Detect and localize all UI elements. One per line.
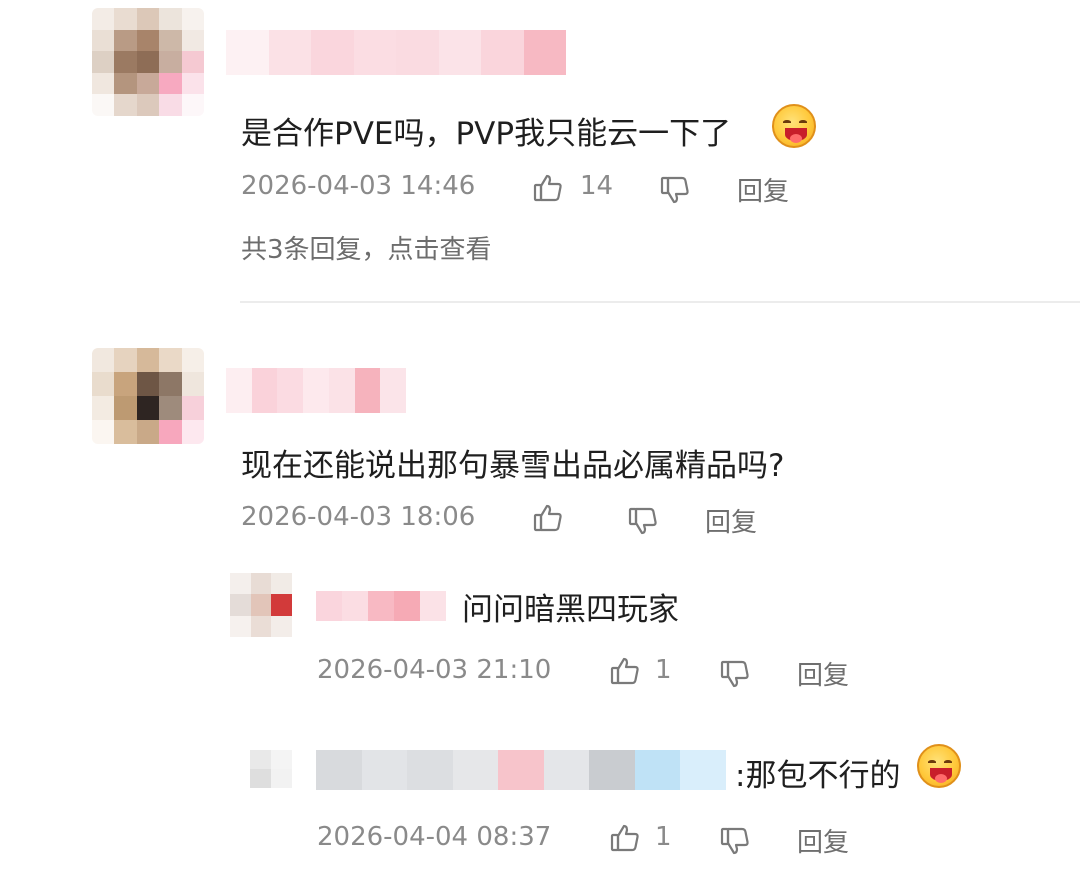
comment-timestamp: 2026-04-03 18:06 xyxy=(241,502,476,532)
reply-text: 问问暗黑四玩家 xyxy=(462,592,679,628)
comment-text: 是合作PVE吗，PVP我只能云一下了 xyxy=(241,116,732,152)
reply-button[interactable]: 回复 xyxy=(737,171,789,208)
username-redacted[interactable] xyxy=(316,750,726,790)
thumbs-up-icon[interactable] xyxy=(530,500,566,536)
reply-button[interactable]: 回复 xyxy=(705,502,757,539)
avatar[interactable] xyxy=(250,750,292,788)
like-count: 1 xyxy=(655,822,672,852)
thumbs-up-icon[interactable] xyxy=(607,653,643,689)
thumbs-down-icon[interactable] xyxy=(657,172,693,208)
like-count: 14 xyxy=(580,171,614,201)
thumbs-up-icon[interactable] xyxy=(607,820,643,856)
like-count: 1 xyxy=(655,655,672,685)
thumbs-down-icon[interactable] xyxy=(625,503,661,539)
avatar[interactable] xyxy=(92,348,204,444)
reply-button[interactable]: 回复 xyxy=(797,655,849,692)
comment-timestamp: 2026-04-03 14:46 xyxy=(241,171,476,201)
grinning-face-with-tongue-icon xyxy=(772,104,816,148)
comment-text: 现在还能说出那句暴雪出品必属精品吗? xyxy=(241,448,785,484)
username-redacted[interactable] xyxy=(226,368,406,413)
view-replies-link[interactable]: 共3条回复，点击查看 xyxy=(241,229,492,266)
reply-timestamp: 2026-04-04 08:37 xyxy=(317,822,552,852)
avatar[interactable] xyxy=(230,573,292,637)
avatar[interactable] xyxy=(92,8,204,116)
thumbs-up-icon[interactable] xyxy=(530,170,566,206)
username-redacted[interactable] xyxy=(316,591,446,621)
grinning-face-with-tongue-icon xyxy=(917,744,961,788)
reply-text: :那包不行的 xyxy=(735,758,901,794)
username-redacted[interactable] xyxy=(226,30,566,75)
reply-button[interactable]: 回复 xyxy=(797,822,849,859)
reply-timestamp: 2026-04-03 21:10 xyxy=(317,655,552,685)
thumbs-down-icon[interactable] xyxy=(717,823,753,859)
divider xyxy=(240,301,1080,303)
thumbs-down-icon[interactable] xyxy=(717,656,753,692)
